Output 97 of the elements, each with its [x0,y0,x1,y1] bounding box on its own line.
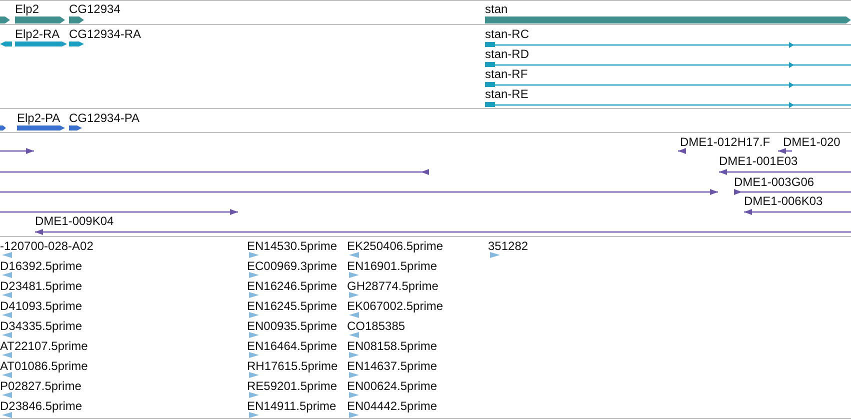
transcript-glyph[interactable] [15,40,67,48]
feature-label[interactable]: AT22107.5prime [0,339,88,353]
est-glyph[interactable] [349,291,359,299]
feature-label[interactable]: EN16246.5prime [247,279,338,293]
est-glyph[interactable] [2,291,12,299]
est-glyph[interactable] [349,371,359,379]
feature-label[interactable]: CG12934-RA [69,27,142,41]
feature-label[interactable]: D41093.5prime [0,299,82,313]
feature-label[interactable]: EN04442.5prime [347,399,438,413]
est-glyph[interactable] [2,391,12,399]
feature-label[interactable]: RE59201.5prime [247,379,338,393]
feature-label[interactable]: D34335.5prime [0,319,82,333]
feature-label[interactable]: Elp2-PA [17,111,60,125]
est-glyph[interactable] [2,331,12,339]
feature-label[interactable]: EN16245.5prime [247,299,338,313]
est-glyph[interactable] [349,251,359,259]
feature-label[interactable]: EN16464.5prime [247,339,338,353]
est-glyph[interactable] [249,251,259,259]
feature-label[interactable]: EN14911.5prime [247,399,336,413]
est-glyph[interactable] [490,251,500,259]
feature-label[interactable]: D16392.5prime [0,259,82,273]
feature-label[interactable]: RH17615.5prime [247,359,338,373]
est-glyph[interactable] [2,251,12,259]
feature-label[interactable]: EK067002.5prime [347,299,444,313]
feature-label[interactable]: stan-RE [485,87,528,101]
feature-label[interactable]: EN16901.5prime [347,259,438,273]
feature-label[interactable]: CO185385 [347,319,406,333]
transcript-glyph[interactable] [485,60,851,68]
clone-glyph[interactable] [0,208,238,216]
clone-glyph[interactable] [0,168,429,176]
feature-label[interactable]: EC00969.3prime [247,259,338,273]
clone-glyph[interactable] [734,188,851,196]
feature-label[interactable]: Elp2-RA [15,27,60,41]
est-glyph[interactable] [249,371,259,379]
est-glyph[interactable] [249,331,259,339]
clone-glyph[interactable] [719,168,851,176]
est-glyph[interactable] [249,311,259,319]
feature-label[interactable]: EN14637.5prime [347,359,438,373]
est-glyph[interactable] [2,271,12,279]
est-glyph[interactable] [349,391,359,399]
clone-glyph[interactable] [778,147,792,155]
transcript-glyph[interactable] [485,100,851,108]
est-glyph[interactable] [249,291,259,299]
feature-label[interactable]: CG12934 [69,2,120,16]
gene-glyph[interactable] [69,16,84,24]
transcript-glyph[interactable] [69,40,84,48]
gene-glyph[interactable] [0,16,10,24]
est-glyph[interactable] [2,411,12,419]
est-glyph[interactable] [249,391,259,399]
feature-label[interactable]: Elp2 [15,2,40,16]
est-glyph[interactable] [249,271,259,279]
feature-label[interactable]: DME1-006K03 [744,194,823,208]
feature-label[interactable]: 351282 [488,239,528,253]
est-glyph[interactable] [349,351,359,359]
est-glyph[interactable] [249,351,259,359]
gene-glyph[interactable] [485,16,851,24]
feature-label[interactable]: AT01086.5prime [0,359,88,373]
gene-glyph[interactable] [15,16,65,24]
feature-label[interactable]: DME1-020 [783,135,840,149]
feature-label[interactable]: GH28774.5prime [347,279,438,293]
transcript-glyph[interactable] [485,40,851,48]
feature-label[interactable]: -120700-028-A02 [0,239,94,253]
est-glyph[interactable] [2,371,12,379]
feature-label[interactable]: stan-RD [485,47,530,61]
est-glyph[interactable] [2,351,12,359]
feature-label[interactable]: stan-RF [485,67,528,81]
feature-label[interactable]: EK250406.5prime [347,239,444,253]
est-glyph[interactable] [2,311,12,319]
protein-glyph[interactable] [0,124,6,132]
clone-glyph[interactable] [678,147,686,155]
est-glyph[interactable] [349,311,359,319]
feature-label[interactable]: DME1-001E03 [719,154,798,168]
feature-label[interactable]: P02827.5prime [0,379,82,393]
feature-label[interactable]: DME1-012H17.F [680,135,770,149]
transcript-glyph[interactable] [485,80,851,88]
feature-label[interactable]: EN00624.5prime [347,379,438,393]
est-glyph[interactable] [349,411,359,419]
clone-glyph[interactable] [0,147,34,155]
feature-label[interactable]: EN08158.5prime [347,339,438,353]
feature-label[interactable]: stan [485,2,508,16]
feature-label[interactable]: D23481.5prime [0,279,82,293]
feature-label[interactable]: DME1-009K04 [35,214,114,228]
est-glyph[interactable] [349,331,359,339]
clone-glyph[interactable] [35,228,851,236]
feature-label[interactable]: stan-RC [485,27,530,41]
protein-glyph[interactable] [17,124,65,132]
feature-label[interactable]: EN00935.5prime [247,319,338,333]
protein-glyph[interactable] [69,124,82,132]
feature-label[interactable]: DME1-003G06 [734,175,814,189]
feature-label[interactable]: CG12934-PA [69,111,140,125]
feature-label[interactable]: EN14530.5prime [247,239,338,253]
clone-glyph[interactable] [0,188,718,196]
est-glyph[interactable] [249,411,259,419]
transcript-glyph[interactable] [0,40,12,48]
clone-glyph[interactable] [744,208,851,216]
feature-label[interactable]: D23846.5prime [0,399,82,413]
est-glyph[interactable] [349,271,359,279]
